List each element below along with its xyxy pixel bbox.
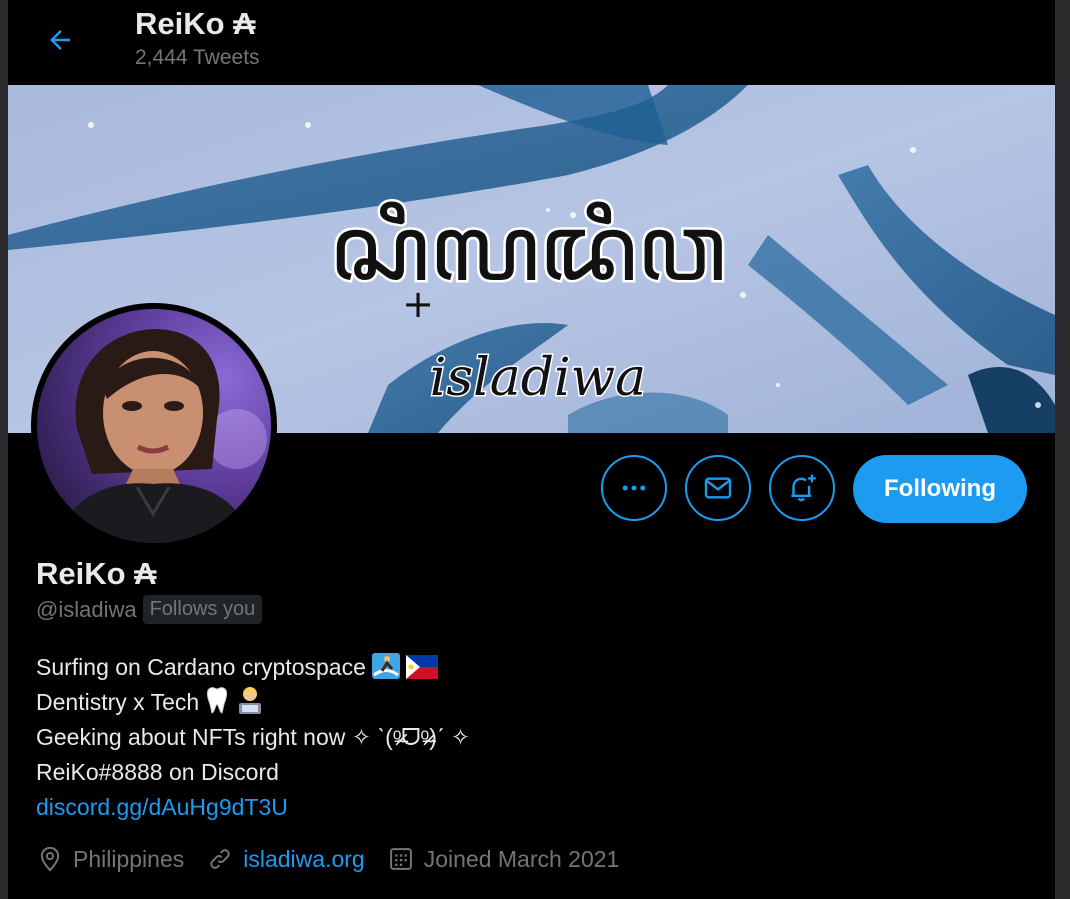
follows-you-badge: Follows you — [142, 595, 263, 624]
profile-name: ReiKo ₳ — [36, 556, 157, 591]
header-display-name: ReiKo ₳ — [135, 6, 256, 41]
profile-bio: Surfing on Cardano cryptospace Dentistry… — [36, 650, 470, 825]
location-text: Philippines — [73, 845, 185, 872]
bio-line-4: ReiKo#8888 on Discord — [36, 759, 279, 785]
technologist-icon — [239, 687, 262, 714]
bio-line-1: Surfing on Cardano cryptospace — [36, 650, 470, 685]
calendar-icon — [389, 848, 412, 870]
notify-button[interactable] — [769, 455, 835, 521]
header-tweet-count: 2,444 Tweets — [135, 46, 260, 69]
back-button[interactable] — [38, 18, 82, 62]
website-link[interactable]: isladiwa.org — [243, 846, 364, 873]
joined-text: Joined March 2021 — [423, 845, 620, 872]
more-button[interactable] — [601, 455, 667, 521]
location-item: Philippines — [36, 845, 184, 873]
surfer-emoji-icon — [371, 653, 400, 679]
link-icon — [210, 849, 230, 869]
svg-text:+: + — [402, 282, 434, 326]
location-pin-icon — [40, 846, 60, 872]
avatar-image — [37, 309, 271, 543]
message-button[interactable] — [685, 455, 751, 521]
profile-header: ReiKo ₳ 2,444 Tweets — [8, 0, 1055, 84]
handle-row: @isladiwa Follows you — [36, 595, 263, 624]
mail-icon — [704, 477, 732, 499]
more-dots-icon — [622, 485, 646, 491]
bell-plus-icon — [791, 474, 816, 502]
profile-panel: ReiKo ₳ 2,444 Tweets ꦱꦶꦭꦢꦶꦮ + isladiwa F… — [8, 0, 1055, 899]
tooth-icon — [207, 687, 228, 714]
bio-line-2: Dentistry x Tech — [36, 685, 470, 720]
arrow-left-icon — [50, 30, 70, 50]
profile-meta: Philippines isladiwa.org Joined March 20… — [36, 845, 641, 873]
philippines-flag-icon — [405, 655, 438, 679]
bio-line-3: Geeking about NFTs right now ✧ ˋ(ᵒ̴̶̷ᗜᵒ̴… — [36, 724, 471, 750]
bio-discord-link[interactable]: discord.gg/dAuHg9dT3U — [36, 790, 470, 825]
joined-item: Joined March 2021 — [387, 845, 620, 873]
website-item: isladiwa.org — [206, 845, 365, 873]
banner-caption: isladiwa — [430, 348, 646, 408]
following-button[interactable]: Following — [853, 455, 1027, 523]
profile-handle: @isladiwa — [36, 596, 137, 622]
profile-avatar[interactable] — [31, 303, 277, 549]
banner-script-text: ꦱꦶꦭꦢꦶꦮ — [330, 195, 727, 302]
